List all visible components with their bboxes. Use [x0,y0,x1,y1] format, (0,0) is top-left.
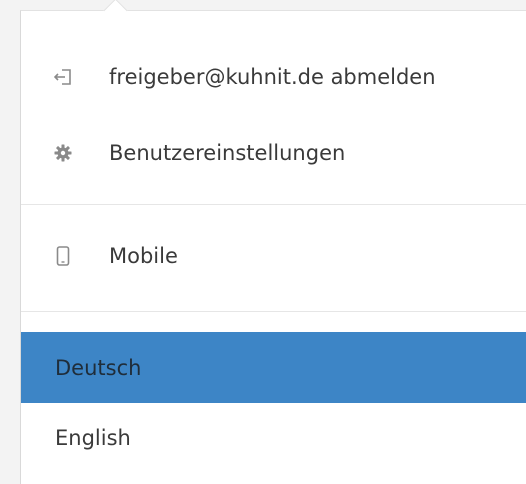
language-label: Deutsch [55,355,142,380]
user-settings-label: Benutzereinstellungen [109,141,346,165]
gear-icon [54,144,72,162]
mobile-label: Mobile [109,244,178,268]
user-dropdown-menu: freigeber@kuhnit.de abmelden Benutzerein… [20,0,526,484]
logout-label: freigeber@kuhnit.de abmelden [109,65,436,89]
user-settings-menu-item[interactable]: Benutzereinstellungen [21,123,526,183]
page-background [0,0,526,10]
menu-divider [21,204,526,205]
logout-menu-item[interactable]: freigeber@kuhnit.de abmelden [21,47,526,107]
language-option-deutsch[interactable]: Deutsch [21,332,526,403]
mobile-phone-icon [54,246,72,266]
mobile-menu-item[interactable]: Mobile [21,226,526,286]
logout-icon [54,68,72,86]
language-option-english[interactable]: English [21,403,526,473]
language-label: English [55,426,131,450]
menu-divider [21,311,526,312]
